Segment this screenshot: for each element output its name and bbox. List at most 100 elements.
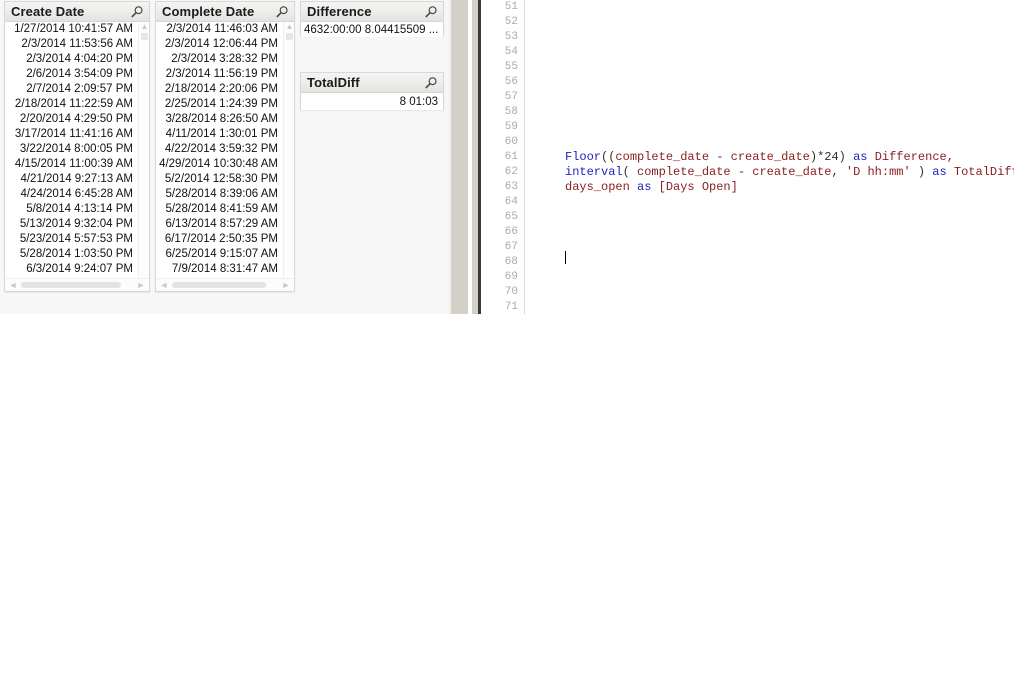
line-number: 71: [504, 301, 518, 313]
listbox-caption-totaldiff[interactable]: TotalDiff: [301, 73, 443, 93]
list-item[interactable]: 4/22/2014 3:59:32 PM: [156, 142, 283, 157]
code-line[interactable]: [526, 240, 1014, 255]
code-line[interactable]: [526, 195, 1014, 210]
editor-code-area[interactable]: Floor((complete_date - create_date)*24) …: [526, 0, 1014, 314]
list-item[interactable]: 3/17/2014 11:41:16 AM: [5, 127, 138, 142]
vertical-scrollbar-complete-date[interactable]: ▲ ▼: [283, 22, 294, 291]
list-item[interactable]: 2/7/2014 2:09:57 PM: [5, 82, 138, 97]
listbox-caption-difference[interactable]: Difference: [301, 2, 443, 22]
code-line[interactable]: [526, 105, 1014, 120]
list-item[interactable]: 1/27/2014 10:41:57 AM: [5, 22, 138, 37]
list-item[interactable]: 3/28/2014 8:26:50 AM: [156, 112, 283, 127]
list-item[interactable]: 5/13/2014 9:32:04 PM: [5, 217, 138, 232]
listbox-create-date[interactable]: Create Date 1/27/2014 10:41:57 AM 2/3/201…: [4, 1, 150, 292]
code-line[interactable]: [526, 300, 1014, 314]
list-item[interactable]: 2/3/2014 11:53:56 AM: [5, 37, 138, 52]
list-item[interactable]: 5/2/2014 12:58:30 PM: [156, 172, 283, 187]
list-item[interactable]: 6/25/2014 9:15:07 AM: [156, 247, 283, 262]
listbox-body-create-date[interactable]: 1/27/2014 10:41:57 AM 2/3/2014 11:53:56 A…: [5, 22, 149, 291]
listbox-totaldiff[interactable]: TotalDiff 8 01:03: [300, 72, 444, 110]
line-number: 55: [504, 61, 518, 73]
listbox-title-totaldiff: TotalDiff: [307, 75, 360, 90]
code-line[interactable]: [526, 210, 1014, 225]
code-line[interactable]: [526, 270, 1014, 285]
list-item[interactable]: 5/8/2014 4:13:14 PM: [5, 202, 138, 217]
list-item[interactable]: 2/3/2014 11:56:19 PM: [156, 67, 283, 82]
scroll-up-arrow-icon[interactable]: ▲: [140, 23, 149, 31]
listbox-value-totaldiff[interactable]: 8 01:03: [301, 93, 443, 110]
search-icon[interactable]: [275, 5, 289, 19]
code-line[interactable]: Floor((complete_date - create_date)*24) …: [526, 150, 1014, 165]
search-icon[interactable]: [130, 5, 144, 19]
list-item[interactable]: 4/29/2014 10:30:48 AM: [156, 157, 283, 172]
code-line[interactable]: days_open as [Days Open]: [526, 180, 1014, 195]
list-item[interactable]: 6/17/2014 2:50:35 PM: [156, 232, 283, 247]
horizontal-scroll-thumb[interactable]: [172, 282, 266, 288]
scroll-left-arrow-icon[interactable]: ◄: [8, 280, 18, 290]
list-item[interactable]: 2/3/2014 12:06:44 PM: [156, 37, 283, 52]
code-token: [Days Open]: [658, 180, 738, 194]
vertical-scroll-thumb[interactable]: [141, 33, 148, 40]
line-number: 51: [504, 1, 518, 13]
vertical-scrollbar-create-date[interactable]: ▲ ▼: [138, 22, 149, 291]
code-line[interactable]: [526, 225, 1014, 240]
list-item[interactable]: 3/22/2014 8:00:05 PM: [5, 142, 138, 157]
list-item[interactable]: 2/3/2014 11:46:03 AM: [156, 22, 283, 37]
listbox-complete-date[interactable]: Complete Date 2/3/2014 11:46:03 AM 2/3/20…: [155, 1, 295, 292]
list-item[interactable]: 5/28/2014 8:39:06 AM: [156, 187, 283, 202]
line-number: 63: [504, 181, 518, 193]
list-item[interactable]: 2/6/2014 3:54:09 PM: [5, 67, 138, 82]
list-item[interactable]: 5/28/2014 1:03:50 PM: [5, 247, 138, 262]
list-item[interactable]: 4/11/2014 1:30:01 PM: [156, 127, 283, 142]
code-line[interactable]: [526, 135, 1014, 150]
code-line[interactable]: [526, 15, 1014, 30]
code-line[interactable]: [526, 30, 1014, 45]
list-item[interactable]: 4/21/2014 9:27:13 AM: [5, 172, 138, 187]
editor-line-number-gutter: 51 52 53 54 55 56 57 58 59 60 61 62 63 64 65 66 67 68 69 70…: [481, 0, 525, 314]
scroll-left-arrow-icon[interactable]: ◄: [159, 280, 169, 290]
divider-band-outer[interactable]: [451, 0, 468, 314]
list-item[interactable]: 2/20/2014 4:29:50 PM: [5, 112, 138, 127]
scroll-up-arrow-icon[interactable]: ▲: [285, 23, 294, 31]
horizontal-scrollbar-create-date[interactable]: ◄ ►: [5, 278, 149, 291]
code-line[interactable]: [526, 75, 1014, 90]
list-item[interactable]: 2/25/2014 1:24:39 PM: [156, 97, 283, 112]
code-line[interactable]: [526, 90, 1014, 105]
horizontal-scrollbar-complete-date[interactable]: ◄ ►: [156, 278, 294, 291]
code-line[interactable]: [526, 45, 1014, 60]
scroll-right-arrow-icon[interactable]: ►: [281, 280, 291, 290]
listbox-difference[interactable]: Difference 4632:00:00 8.04415509 ...: [300, 1, 444, 37]
search-icon[interactable]: [424, 5, 438, 19]
search-icon[interactable]: [424, 76, 438, 90]
listbox-caption-create-date[interactable]: Create Date: [5, 2, 149, 22]
list-item[interactable]: 2/3/2014 4:04:20 PM: [5, 52, 138, 67]
code-line[interactable]: [526, 285, 1014, 300]
list-item[interactable]: 2/18/2014 11:22:59 AM: [5, 97, 138, 112]
code-line[interactable]: [526, 255, 1014, 270]
code-line[interactable]: [526, 60, 1014, 75]
vertical-scroll-thumb[interactable]: [286, 33, 293, 40]
code-line[interactable]: [526, 0, 1014, 15]
code-line[interactable]: interval( complete_date - create_date, '…: [526, 165, 1014, 180]
list-item[interactable]: 5/23/2014 5:57:53 PM: [5, 232, 138, 247]
list-item[interactable]: 7/9/2014 8:31:47 AM: [156, 262, 283, 277]
listbox-value-difference[interactable]: 4632:00:00 8.04415509 ...: [301, 22, 443, 37]
list-item[interactable]: 2/3/2014 3:28:32 PM: [156, 52, 283, 67]
list-item[interactable]: 4/15/2014 11:00:39 AM: [5, 157, 138, 172]
list-item[interactable]: 6/3/2014 9:24:07 PM: [5, 262, 138, 277]
code-token: complete_date: [615, 150, 710, 164]
list-item[interactable]: 4/24/2014 6:45:28 AM: [5, 187, 138, 202]
list-item[interactable]: 2/18/2014 2:20:06 PM: [156, 82, 283, 97]
line-number: 64: [504, 196, 518, 208]
listbox-body-complete-date[interactable]: 2/3/2014 11:46:03 AM 2/3/2014 12:06:44 PM…: [156, 22, 294, 291]
application-panel: Create Date 1/27/2014 10:41:57 AM 2/3/201…: [0, 0, 1014, 314]
list-item[interactable]: 6/13/2014 8:57:29 AM: [156, 217, 283, 232]
script-editor[interactable]: 51 52 53 54 55 56 57 58 59 60 61 62 63 64 65 66 67 68 69 70…: [481, 0, 1014, 314]
code-line[interactable]: [526, 120, 1014, 135]
listbox-rows-create-date: 1/27/2014 10:41:57 AM 2/3/2014 11:53:56 A…: [5, 22, 138, 277]
listbox-caption-complete-date[interactable]: Complete Date: [156, 2, 294, 22]
horizontal-scroll-thumb[interactable]: [21, 282, 121, 288]
scroll-right-arrow-icon[interactable]: ►: [136, 280, 146, 290]
list-item[interactable]: 5/28/2014 8:41:59 AM: [156, 202, 283, 217]
